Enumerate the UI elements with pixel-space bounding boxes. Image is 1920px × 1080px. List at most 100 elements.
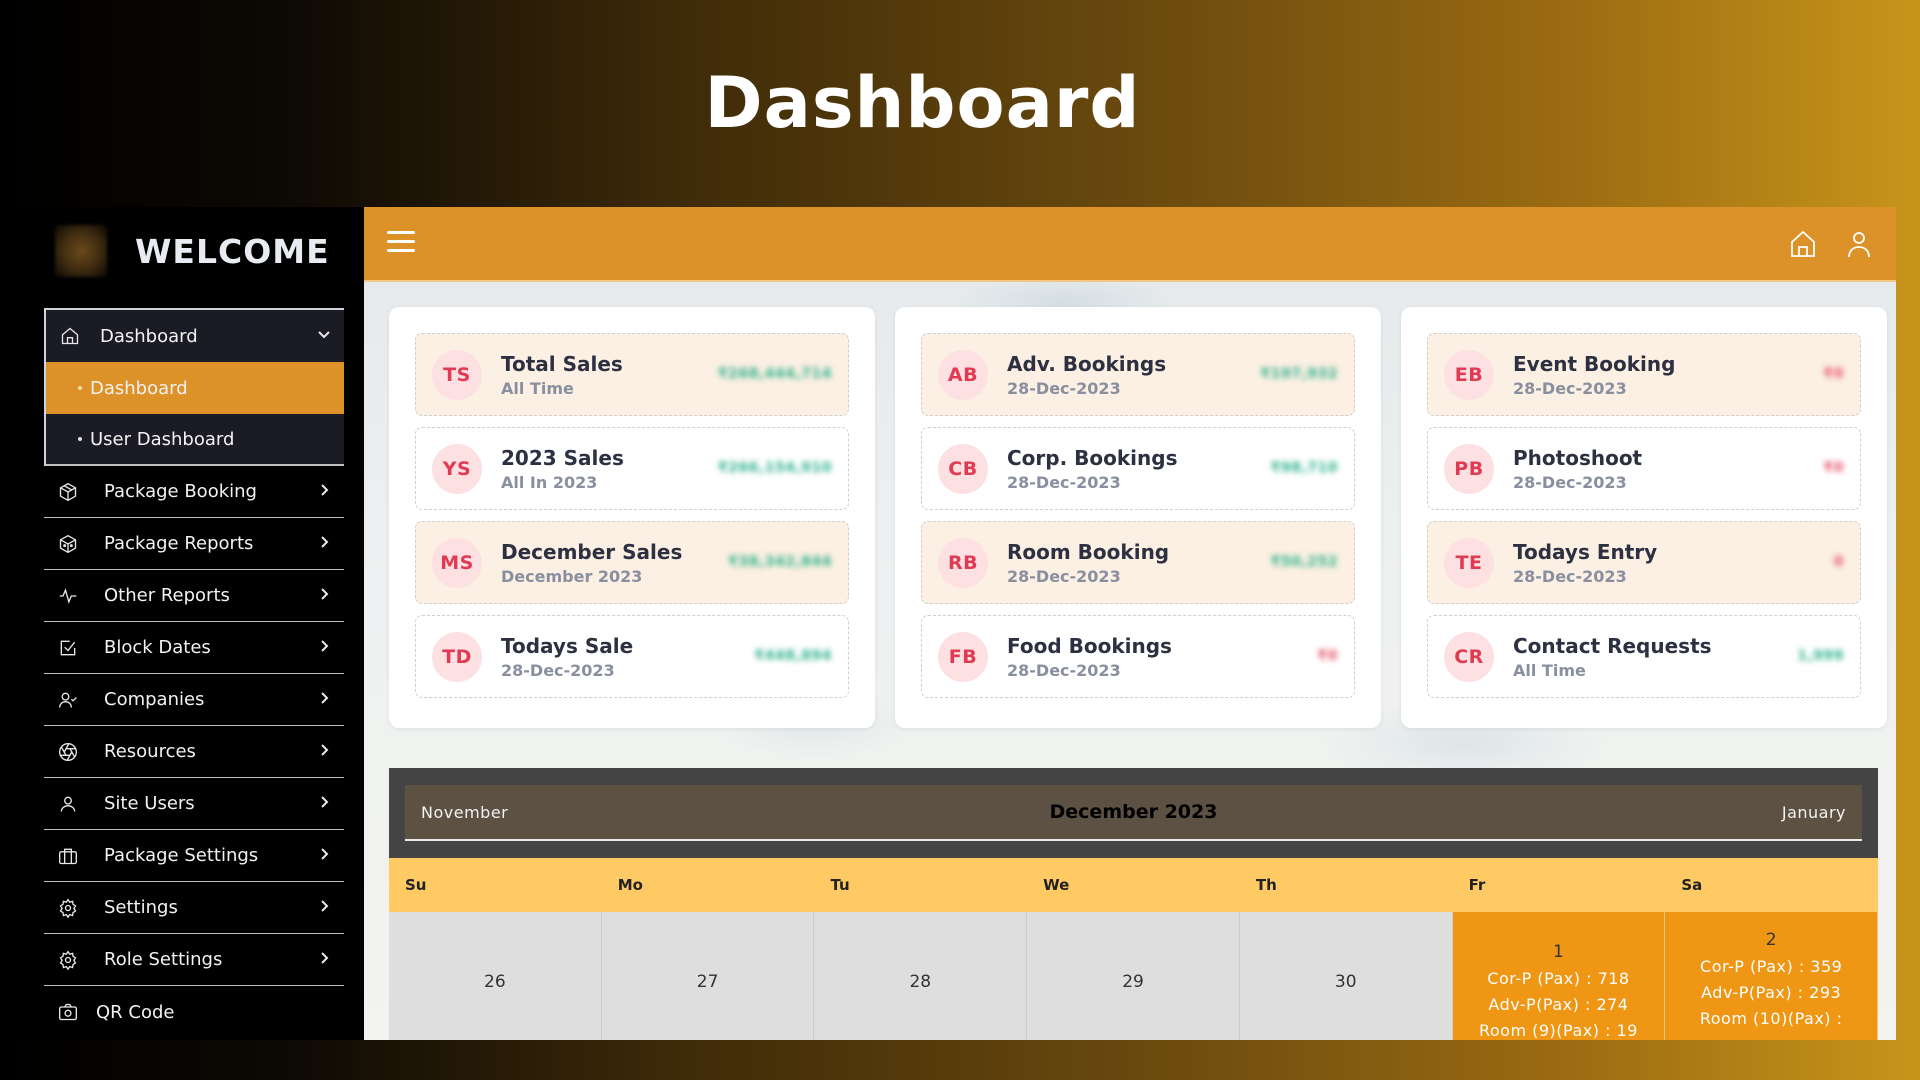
home-icon[interactable] [1786,227,1820,261]
calendar-day[interactable]: 2 Cor-P (Pax) : 359 Adv-P(Pax) : 293 Room (… [1665,912,1879,1040]
next-month-button[interactable]: January [1782,803,1846,822]
stat-text: Contact Requests All Time [1513,634,1712,680]
day-number: 28 [909,972,932,992]
sidebar-item-companies[interactable]: Companies [44,674,344,726]
stat-value: ₹50,252 [1270,554,1338,570]
stat-item[interactable]: EB Event Booking 28-Dec-2023 ₹0 [1427,333,1861,416]
calendar-day[interactable]: 26 [389,912,602,1040]
chevron-right-icon [316,638,332,654]
day-number: 27 [696,972,719,992]
calendar-day[interactable]: 30 [1239,912,1453,1040]
stat-value: ₹266,154,910 [717,460,832,476]
chevron-right-icon [316,950,332,966]
stat-item[interactable]: CR Contact Requests All Time 1,999 [1427,615,1861,698]
sidebar-item-label: Package Booking [104,481,257,502]
stat-avatar: TE [1444,537,1494,588]
sidebar-item-qr-code[interactable]: QR Code [44,986,344,1038]
stat-avatar: CB [938,443,988,494]
stat-value: ₹448,894 [754,648,832,664]
day-number: 30 [1334,972,1357,992]
stat-subtitle: All In 2023 [501,472,598,492]
topbar [364,207,1896,282]
weekday-header: Su Mo Tu We Th Fr Sa [389,858,1878,912]
calendar-week: 26 27 28 29 30 1 Cor-P (Pax) : 718 Adv-P(Pax) :… [389,912,1879,1040]
sidebar-item-dashboard[interactable]: Dashboard [46,310,344,362]
sidebar-item-label: Companies [104,689,205,710]
weekday-label: Su [405,876,427,894]
stat-text: Adv. Bookings 28-Dec-2023 [1007,352,1166,398]
hamburger-icon[interactable] [387,231,415,255]
stat-item[interactable]: TD Todays Sale 28-Dec-2023 ₹448,894 [415,615,849,698]
page-title: Dashboard [704,62,1141,144]
stat-subtitle: All Time [501,378,574,398]
stat-text: 2023 Sales All In 2023 [501,446,624,492]
weekday-label: Th [1255,876,1277,894]
main-content: TS Total Sales All Time ₹268,444,714 YS 2023 … [364,282,1896,1040]
calendar-day[interactable]: 28 [814,912,1028,1040]
stat-title: Food Bookings [1007,633,1172,658]
sidebar-item-other-reports[interactable]: Other Reports [44,570,344,622]
stat-avatar: PB [1444,443,1494,494]
stat-item[interactable]: MS December Sales December 2023 ₹38,342,844 [415,521,849,604]
sidebar-item-package-reports[interactable]: Package Reports [44,518,344,570]
chevron-right-icon [316,898,332,914]
stat-item[interactable]: PB Photoshoot 28-Dec-2023 ₹0 [1427,427,1861,510]
stat-avatar: EB [1444,349,1494,400]
sidebar-item-package-settings[interactable]: Package Settings [44,830,344,882]
stat-item[interactable]: AB Adv. Bookings 28-Dec-2023 ₹197,932 [921,333,1355,416]
brand-text: WELCOME [135,231,330,271]
stat-value: ₹0 [1317,648,1338,664]
stat-value: ₹0 [1823,366,1844,382]
package-reports-icon [56,532,80,556]
sidebar-item-package-booking[interactable]: Package Booking [44,466,344,518]
package-booking-icon [56,480,80,504]
stat-avatar: RB [938,537,988,588]
sidebar-subitem-label: Dashboard [90,377,188,399]
sidebar-item-block-dates[interactable]: Block Dates [44,622,344,674]
stat-title: Todays Sale [501,633,634,658]
chevron-right-icon [316,742,332,758]
day-booking-summary: Room (9)(Pax) : 19 [1478,1021,1638,1040]
stat-value: ₹268,444,714 [717,366,832,382]
stat-item[interactable]: RB Room Booking 28-Dec-2023 ₹50,252 [921,521,1355,604]
sidebar-item-label: Settings [104,897,178,918]
sidebar-item-label: QR Code [96,1001,175,1023]
calendar-day[interactable]: 27 [601,912,815,1040]
stat-item[interactable]: CB Corp. Bookings 28-Dec-2023 ₹98,710 [921,427,1355,510]
user-icon[interactable] [1842,227,1876,261]
day-number: 26 [484,972,506,992]
gear-icon [56,948,80,972]
sidebar-menu: Dashboard Dashboard User Dashboard Packa… [44,308,344,1038]
stat-item[interactable]: FB Food Bookings 28-Dec-2023 ₹0 [921,615,1355,698]
stat-title: Room Booking [1007,539,1170,564]
calendar-day[interactable]: 1 Cor-P (Pax) : 718 Adv-P(Pax) : 274 Room (… [1452,912,1666,1040]
day-booking-summary: Cor-P (Pax) : 359 [1700,957,1843,976]
sidebar-item-role-settings[interactable]: Role Settings [44,934,344,986]
sidebar-item-resources[interactable]: Resources [44,726,344,778]
stats-card-sales: TS Total Sales All Time ₹268,444,714 YS 2023 … [389,307,875,728]
stat-avatar: TD [432,631,482,682]
stat-value: 1,999 [1797,648,1844,664]
prev-month-button[interactable]: November [421,803,508,822]
user-icon [56,792,80,816]
sidebar-item-label: Other Reports [104,585,230,606]
stat-text: Room Booking 28-Dec-2023 [1007,540,1169,586]
stat-item[interactable]: TS Total Sales All Time ₹268,444,714 [415,333,849,416]
stat-text: Food Bookings 28-Dec-2023 [1007,634,1172,680]
stat-title: December Sales [501,539,683,564]
sidebar-item-site-users[interactable]: Site Users [44,778,344,830]
stat-subtitle: December 2023 [501,566,643,586]
sidebar-subitem-dashboard[interactable]: Dashboard [46,362,344,414]
stat-item[interactable]: YS 2023 Sales All In 2023 ₹266,154,910 [415,427,849,510]
stat-item[interactable]: TE Todays Entry 28-Dec-2023 0 [1427,521,1861,604]
stat-avatar: TS [432,349,482,400]
sidebar-item-settings[interactable]: Settings [44,882,344,934]
stat-value: ₹98,710 [1270,460,1338,476]
stat-subtitle: 28-Dec-2023 [1513,566,1627,586]
booking-calendar: November January December 2023 Su Mo Tu … [389,768,1879,1040]
stat-text: Photoshoot 28-Dec-2023 [1513,446,1642,492]
checkbox-icon [56,636,80,660]
calendar-day[interactable]: 29 [1027,912,1240,1040]
sidebar-subitem-user-dashboard[interactable]: User Dashboard [46,414,344,466]
sidebar-item-label: Package Settings [104,845,259,866]
